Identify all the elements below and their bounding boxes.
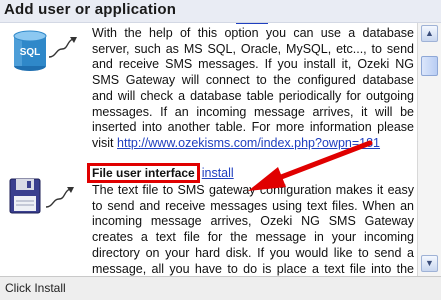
scroll-thumb[interactable] bbox=[421, 56, 438, 76]
status-text: Click Install bbox=[5, 281, 66, 295]
floppy-disk-icon bbox=[9, 178, 74, 214]
application-list: SQL With the help of this option you can… bbox=[0, 23, 417, 276]
scroll-up-button[interactable]: ▲ bbox=[421, 25, 438, 42]
sql-database-icon: SQL bbox=[13, 30, 77, 71]
window-title-bar: Add user or application bbox=[0, 0, 441, 23]
status-bar: Click Install bbox=[0, 276, 441, 300]
window-title: Add user or application bbox=[4, 1, 177, 18]
red-arrow-annotation bbox=[248, 140, 373, 191]
file-user-interface-heading: File user interface bbox=[87, 163, 200, 183]
scroll-down-button[interactable]: ▼ bbox=[421, 255, 438, 272]
sql-description: With the help of this option you can use… bbox=[92, 26, 414, 150]
vertical-scrollbar[interactable]: ▲ ▼ bbox=[417, 23, 441, 276]
file-user-interface-section: File user interface install The text file… bbox=[0, 140, 417, 276]
install-link[interactable]: install bbox=[202, 166, 234, 180]
sql-section: SQL With the help of this option you can… bbox=[0, 23, 417, 155]
sql-icon-label: SQL bbox=[20, 47, 41, 58]
